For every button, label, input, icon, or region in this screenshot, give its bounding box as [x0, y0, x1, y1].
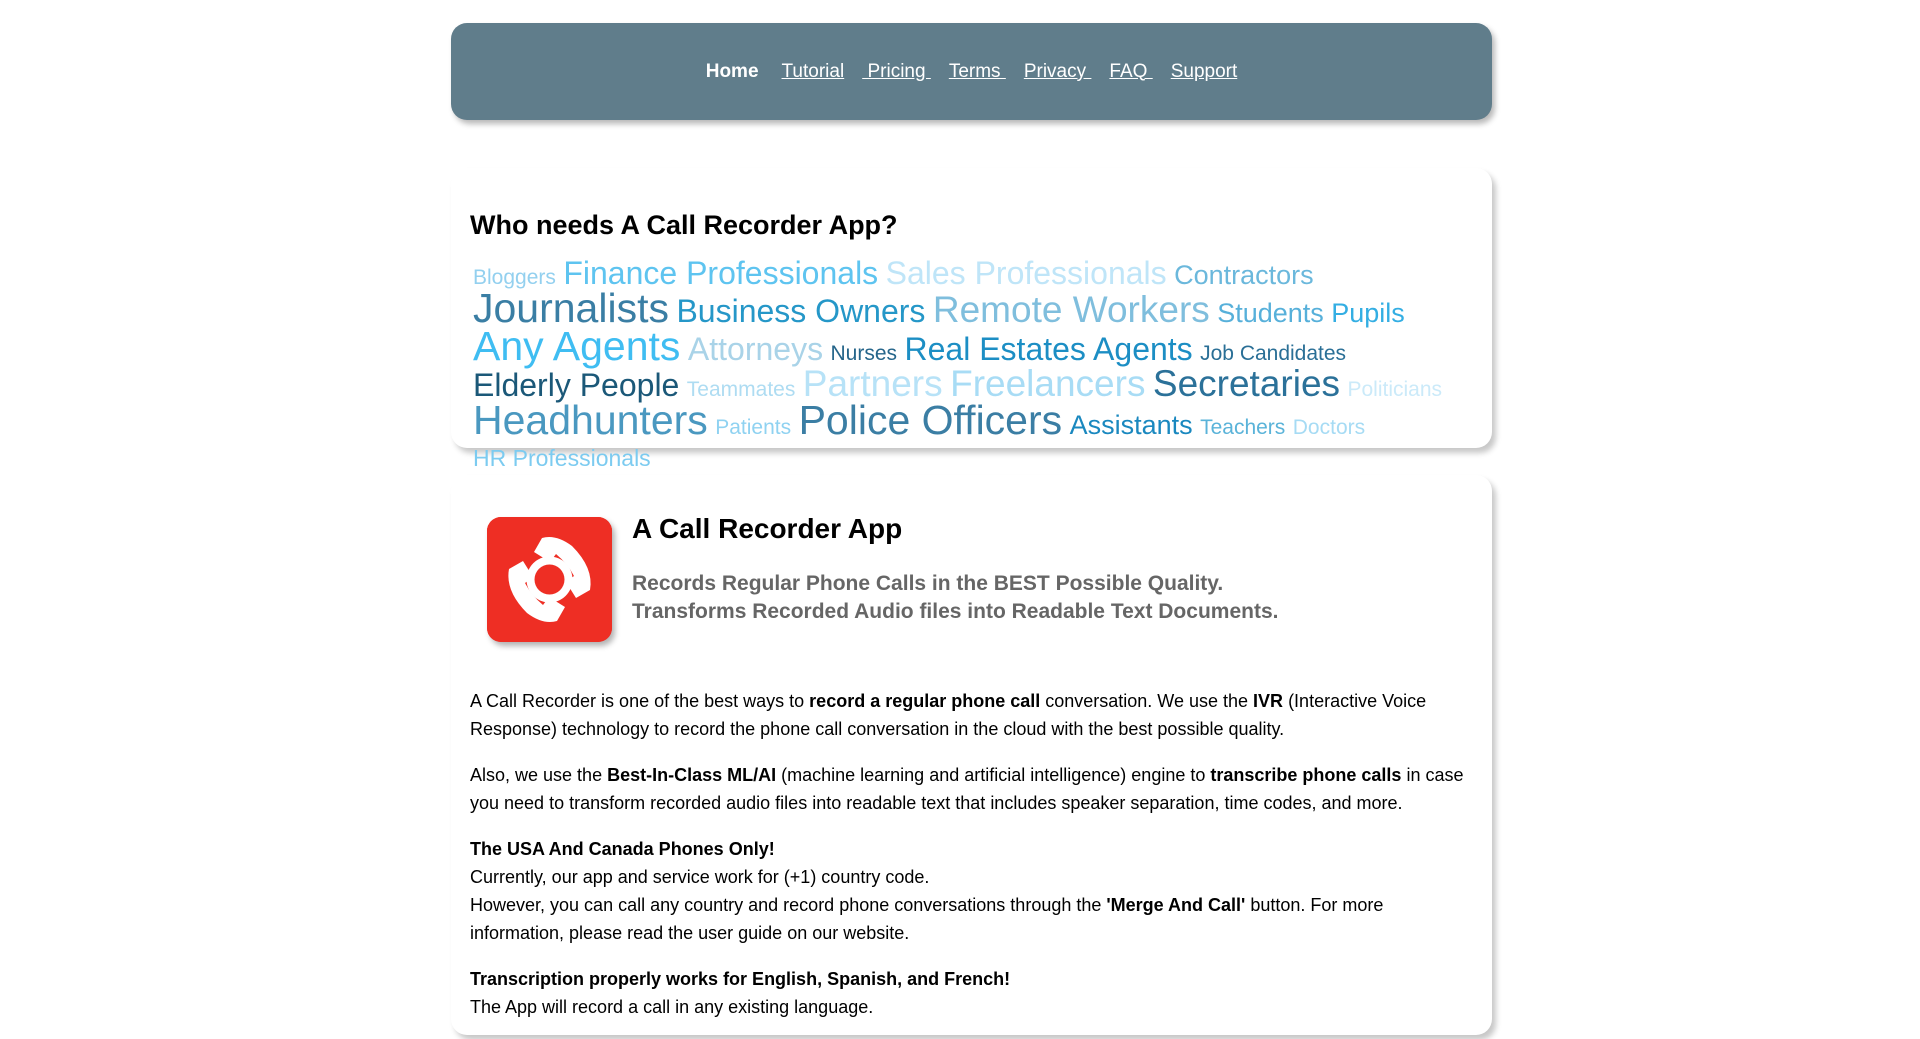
- audience-word: Remote Workers: [932, 289, 1210, 330]
- audience-word: Any Agents: [473, 323, 681, 369]
- app-description: A Call Recorder is one of the best ways …: [470, 687, 1480, 1039]
- emphasis: transcribe phone calls: [1210, 765, 1402, 785]
- nav-tutorial[interactable]: Tutorial: [782, 61, 845, 83]
- section-heading: The USA And Canada Phones Only!: [470, 839, 775, 859]
- audience-word: Business Owners: [676, 293, 926, 329]
- app-info-card: A Call Recorder App Records Regular Phon…: [451, 475, 1492, 1035]
- emphasis: IVR: [1253, 691, 1284, 711]
- text: The App will record a call in any existi…: [470, 997, 874, 1017]
- top-nav-bar: Home Tutorial Pricing Terms Privacy FAQ …: [451, 23, 1492, 120]
- nav-terms[interactable]: Terms: [949, 61, 1006, 83]
- text: conversation. We use the: [1040, 691, 1254, 711]
- phone-record-icon: [487, 517, 612, 642]
- paragraph-usa-canada: The USA And Canada Phones Only! Currentl…: [470, 835, 1480, 947]
- audience-word: Students: [1217, 298, 1324, 328]
- audience-word: Secretaries: [1152, 363, 1341, 404]
- text: However, you can call any country and re…: [470, 895, 1107, 915]
- audience-word: Nurses: [830, 342, 898, 365]
- call-recorder-app-icon: [487, 517, 612, 642]
- audience-word: Attorneys: [687, 331, 824, 367]
- emphasis: Best-In-Class ML/AI: [607, 765, 777, 785]
- who-needs-title: Who needs A Call Recorder App?: [470, 210, 898, 240]
- app-title: A Call Recorder App: [632, 513, 903, 544]
- text: Also, we use the: [470, 765, 608, 785]
- app-subtitle-line-2: Transforms Recorded Audio files into Rea…: [632, 600, 1279, 623]
- audience-word: Real Estates Agents: [904, 331, 1193, 367]
- section-heading: Transcription properly works for English…: [470, 969, 1011, 989]
- main-nav: Home Tutorial Pricing Terms Privacy FAQ …: [697, 61, 1247, 83]
- app-subtitle-line-1: Records Regular Phone Calls in the BEST …: [632, 572, 1224, 595]
- paragraph-recording: A Call Recorder is one of the best ways …: [470, 687, 1480, 743]
- audience-word: Teachers: [1200, 416, 1286, 439]
- audience-word: Sales Professionals: [885, 255, 1167, 291]
- audience-word: Doctors: [1292, 416, 1366, 439]
- nav-home[interactable]: Home: [706, 61, 759, 83]
- who-needs-card: Who needs A Call Recorder App? Bloggers …: [451, 168, 1492, 471]
- audience-word: HR Professionals: [473, 445, 651, 471]
- audience-word: Police Officers: [798, 397, 1063, 443]
- nav-pricing[interactable]: Pricing: [862, 61, 931, 83]
- audience-word: Headhunters: [473, 397, 708, 443]
- nav-support[interactable]: Support: [1171, 61, 1238, 83]
- paragraph-transcription: Also, we use the Best-In-Class ML/AI (ma…: [470, 761, 1480, 817]
- nav-privacy[interactable]: Privacy: [1024, 61, 1092, 83]
- audience-word: Patients: [715, 416, 792, 439]
- text: Currently, our app and service work for …: [470, 867, 930, 887]
- paragraph-languages: Transcription properly works for English…: [470, 965, 1480, 1021]
- audience-word: Pupils: [1331, 298, 1405, 328]
- nav-faq[interactable]: FAQ: [1109, 61, 1152, 83]
- emphasis: 'Merge And Call': [1106, 895, 1246, 915]
- emphasis: record a regular phone call: [809, 691, 1041, 711]
- app-subtitle: Records Regular Phone Calls in the BEST …: [632, 570, 1278, 626]
- text: A Call Recorder is one of the best ways …: [470, 691, 810, 711]
- text: (machine learning and artificial intelli…: [776, 765, 1211, 785]
- audience-word: Politicians: [1347, 378, 1443, 401]
- audience-word: Contractors: [1174, 260, 1314, 290]
- audience-word: Assistants: [1069, 410, 1193, 440]
- audience-word: Job Candidates: [1200, 342, 1347, 365]
- audience-word-cloud: Bloggers Finance Professionals Sales Pro…: [473, 257, 1473, 476]
